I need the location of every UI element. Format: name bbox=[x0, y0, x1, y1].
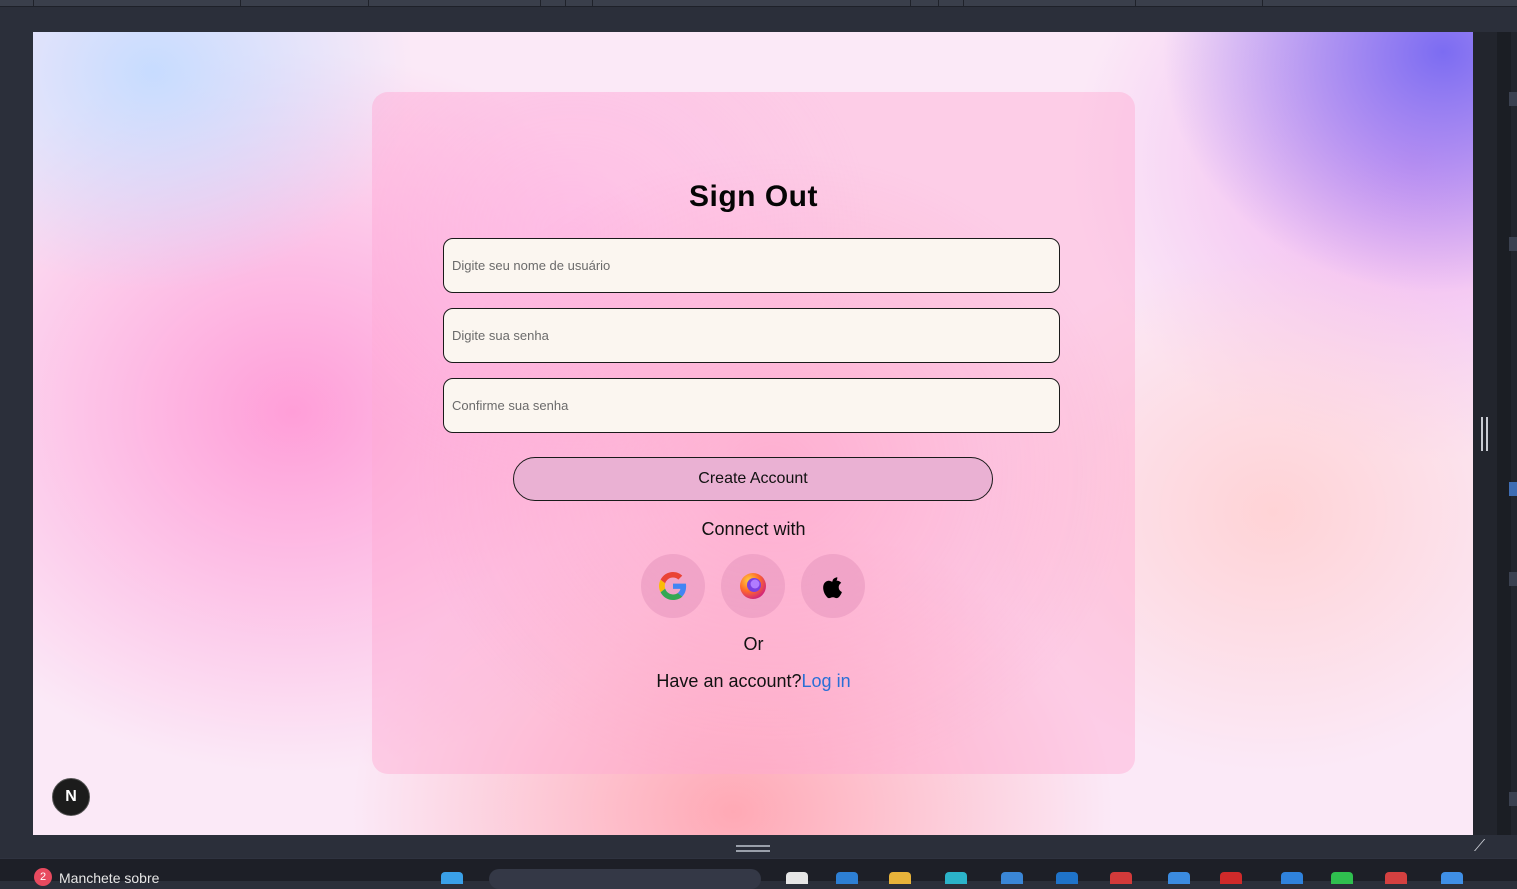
whatsapp-icon[interactable] bbox=[1331, 872, 1353, 884]
taskbar-search[interactable] bbox=[489, 869, 761, 889]
resize-grip-icon[interactable]: ⟋ bbox=[1474, 838, 1494, 856]
taskbar-window-title[interactable]: Manchete sobre bbox=[59, 870, 159, 886]
scroll-marker bbox=[1509, 92, 1517, 106]
create-account-button[interactable]: Create Account bbox=[513, 457, 993, 501]
firefox-login-button[interactable] bbox=[721, 554, 785, 618]
taskbar: 2 Manchete sobre bbox=[0, 858, 1517, 889]
scroll-marker bbox=[1509, 237, 1517, 251]
bottom-resize-handle[interactable] bbox=[736, 845, 770, 853]
google-login-button[interactable] bbox=[641, 554, 705, 618]
taskbar-app-icon[interactable] bbox=[836, 872, 858, 884]
windows-start-icon[interactable] bbox=[441, 872, 463, 884]
mail-icon[interactable] bbox=[1110, 872, 1132, 884]
username-input[interactable] bbox=[443, 238, 1060, 293]
taskbar-app-icon[interactable] bbox=[1220, 872, 1242, 884]
firefox-icon bbox=[740, 573, 766, 599]
apple-login-button[interactable] bbox=[801, 554, 865, 618]
password-input[interactable] bbox=[443, 308, 1060, 363]
google-icon bbox=[659, 572, 687, 600]
taskbar-app-icon[interactable] bbox=[786, 872, 808, 884]
have-account-line: Have an account?Log in bbox=[372, 671, 1135, 692]
editor-tab-strip bbox=[0, 0, 1517, 7]
right-panel-gutter bbox=[1473, 32, 1517, 835]
connect-with-label: Connect with bbox=[701, 519, 806, 539]
nextjs-devtools-badge[interactable]: N bbox=[52, 778, 90, 816]
taskbar-app-icon[interactable] bbox=[1281, 872, 1303, 884]
login-link[interactable]: Log in bbox=[802, 671, 851, 691]
taskbar-app-icon[interactable] bbox=[1385, 872, 1407, 884]
vertical-scrollbar[interactable] bbox=[1497, 32, 1511, 835]
browser-viewport: Sign Out Create Account Connect with bbox=[33, 32, 1473, 835]
taskbar-app-icon[interactable] bbox=[1056, 872, 1078, 884]
signup-card: Sign Out Create Account Connect with bbox=[372, 92, 1135, 774]
apple-icon bbox=[823, 577, 842, 599]
taskbar-app-icon[interactable] bbox=[1001, 872, 1023, 884]
notification-badge: 2 bbox=[34, 868, 52, 886]
confirm-password-input[interactable] bbox=[443, 378, 1060, 433]
scroll-marker bbox=[1509, 482, 1517, 496]
scroll-marker bbox=[1509, 792, 1517, 806]
or-label: Or bbox=[743, 634, 764, 654]
panel-splitter-handle[interactable] bbox=[1481, 417, 1489, 451]
folder-icon[interactable] bbox=[889, 872, 911, 884]
scroll-marker bbox=[1509, 572, 1517, 586]
taskbar-app-icon[interactable] bbox=[945, 872, 967, 884]
have-account-text: Have an account? bbox=[656, 671, 802, 691]
page-title: Sign Out bbox=[689, 180, 818, 213]
calendar-icon[interactable] bbox=[1441, 872, 1463, 884]
taskbar-app-icon[interactable] bbox=[1168, 872, 1190, 884]
